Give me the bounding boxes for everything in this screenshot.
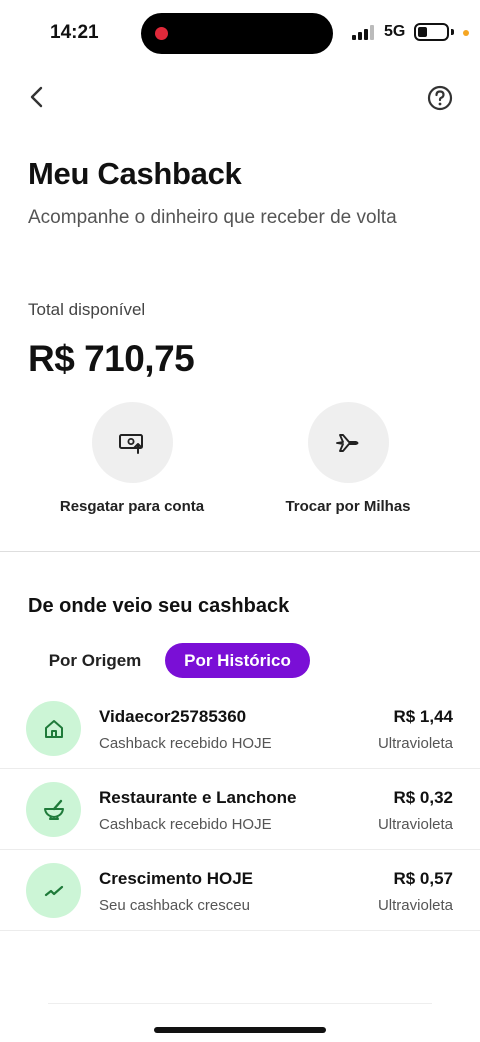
- battery-icon: [414, 23, 449, 41]
- list-item[interactable]: Crescimento HOJE Seu cashback cresceu R$…: [0, 850, 480, 931]
- status-time: 14:21: [50, 22, 99, 43]
- item-title: Restaurante e Lanchone: [99, 788, 297, 807]
- house-icon-circle: [26, 701, 81, 756]
- mortar-bowl-icon: [43, 799, 64, 820]
- signal-icon: [352, 25, 376, 40]
- history-section-title: De onde veio seu cashback: [28, 595, 290, 617]
- battery-tip: [451, 29, 454, 35]
- page-title: Meu Cashback: [28, 156, 242, 191]
- item-tag: Ultravioleta: [377, 735, 453, 752]
- cashback-history-list: Vidaecor25785360 Cashback recebido HOJE …: [0, 688, 480, 931]
- bottom-divider: [48, 1003, 432, 1004]
- trend-up-icon: [44, 885, 63, 896]
- page-subtitle: Acompanhe o dinheiro que receber de volt…: [28, 207, 397, 228]
- redeem-icon-circle: [91, 402, 173, 483]
- miles-icon-circle: [307, 402, 389, 483]
- redeem-label: Resgatar para conta: [59, 498, 205, 515]
- question-circle-icon: [427, 85, 453, 111]
- home-indicator[interactable]: [154, 1027, 326, 1033]
- item-amount: R$ 0,57: [393, 869, 453, 888]
- item-tag: Ultravioleta: [377, 897, 453, 914]
- network-type: 5G: [384, 23, 406, 40]
- money-transfer-icon: [119, 433, 143, 454]
- list-item[interactable]: Restaurante e Lanchone Cashback recebido…: [0, 769, 480, 850]
- airplane-icon: [336, 433, 359, 452]
- balance-label: Total disponível: [28, 300, 146, 319]
- item-title: Vidaecor25785360: [99, 707, 247, 726]
- status-bar: 14:21 5G: [0, 0, 480, 66]
- chevron-left-icon: [30, 86, 43, 108]
- item-amount: R$ 1,44: [393, 707, 453, 726]
- help-button[interactable]: [426, 84, 454, 112]
- miles-label: Trocar por Milhas: [285, 498, 411, 515]
- item-tag: Ultravioleta: [377, 816, 453, 833]
- list-item[interactable]: Vidaecor25785360 Cashback recebido HOJE …: [0, 688, 480, 769]
- tab-por-origem[interactable]: Por Origem: [34, 643, 156, 678]
- dynamic-island: [141, 13, 333, 54]
- balance-value: R$ 710,75: [28, 338, 195, 379]
- tab-por-historico[interactable]: Por Histórico: [165, 643, 310, 678]
- item-subtitle: Cashback recebido HOJE: [99, 816, 272, 833]
- item-amount: R$ 0,32: [393, 788, 453, 807]
- privacy-indicator-icon: [463, 30, 469, 36]
- mortar-bowl-icon-circle: [26, 782, 81, 837]
- exchange-miles-button[interactable]: Trocar por Milhas: [258, 402, 438, 515]
- trend-up-icon-circle: [26, 863, 81, 918]
- section-divider: [0, 551, 480, 552]
- house-icon: [44, 719, 63, 738]
- recording-indicator-icon: [155, 27, 168, 40]
- item-subtitle: Cashback recebido HOJE: [99, 735, 272, 752]
- item-subtitle: Seu cashback cresceu: [99, 897, 250, 914]
- item-title: Crescimento HOJE: [99, 869, 253, 888]
- redeem-to-account-button[interactable]: Resgatar para conta: [42, 402, 222, 515]
- back-button[interactable]: [22, 80, 54, 114]
